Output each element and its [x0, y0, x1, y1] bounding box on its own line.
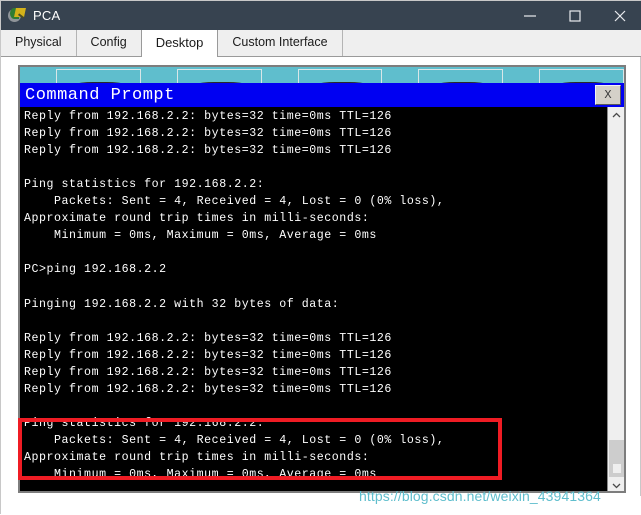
terminal-output-area[interactable]: Reply from 192.168.2.2: bytes=32 time=0m… — [20, 107, 624, 491]
close-icon[interactable] — [597, 1, 641, 30]
pca-device-window: PCA Physical Config Desktop Custom Inter… — [0, 0, 641, 515]
terminal-text: Reply from 192.168.2.2: bytes=32 time=0m… — [24, 110, 445, 481]
chevron-up-icon[interactable] — [608, 107, 624, 123]
tab-desktop[interactable]: Desktop — [140, 30, 219, 57]
command-prompt-titlebar: Command Prompt X — [20, 83, 624, 107]
minimize-icon[interactable] — [507, 1, 552, 30]
command-prompt-title: Command Prompt — [25, 85, 175, 105]
command-prompt-close-button[interactable]: X — [595, 85, 621, 105]
chevron-down-icon[interactable] — [608, 477, 624, 491]
window-titlebar: PCA — [1, 1, 641, 30]
window-title: PCA — [33, 8, 61, 23]
tab-bar: Physical Config Desktop Custom Interface — [1, 30, 641, 57]
pc-magnifier-icon — [8, 7, 26, 25]
watermark-text: https://blog.csdn.net/weixin_43941364 — [359, 488, 601, 504]
command-prompt-window: Command Prompt X Reply from 192.168.2.2:… — [20, 83, 624, 491]
terminal-scrollbar[interactable] — [607, 107, 624, 491]
tab-config[interactable]: Config — [76, 30, 142, 56]
desktop-panel: Command Prompt X Reply from 192.168.2.2:… — [18, 65, 626, 493]
tab-physical[interactable]: Physical — [1, 30, 77, 56]
maximize-icon[interactable] — [552, 1, 597, 30]
tab-custom-interface[interactable]: Custom Interface — [218, 30, 343, 56]
window-controls — [507, 1, 641, 30]
